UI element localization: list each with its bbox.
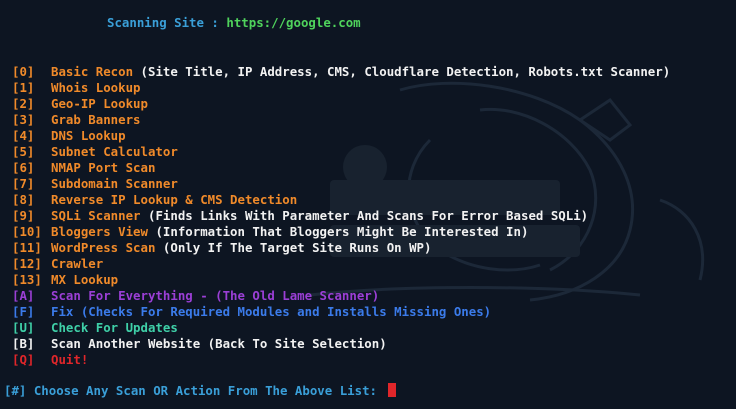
menu-key: [0] — [12, 64, 35, 79]
menu-option-subnet-calculator[interactable]: [5] Subnet Calculator — [12, 144, 178, 160]
menu-key: [10] — [12, 224, 42, 239]
menu-key: [9] — [12, 208, 35, 223]
menu-title: Quit! — [51, 352, 89, 367]
menu-description: (Site Title, IP Address, CMS, Cloudflare… — [133, 64, 671, 79]
scanning-site-label: Scanning Site : — [107, 15, 227, 30]
menu-option-basic-recon[interactable]: [0] Basic Recon (Site Title, IP Address, … — [12, 64, 670, 80]
menu-title: Whois Lookup — [51, 80, 141, 95]
menu-title: Subdomain Scanner — [51, 176, 178, 191]
menu-option-reverse-ip-lookup[interactable]: [8] Reverse IP Lookup & CMS Detection — [12, 192, 297, 208]
menu-title: NMAP Port Scan — [51, 160, 156, 175]
menu-key: [12] — [12, 256, 42, 271]
menu-option-fix[interactable]: [F] Fix (Checks For Required Modules and … — [12, 304, 491, 320]
terminal-cursor[interactable] — [388, 383, 397, 397]
menu-title: Check For Updates — [51, 320, 178, 335]
menu-key: [6] — [12, 160, 35, 175]
menu-option-mx-lookup[interactable]: [13] MX Lookup — [12, 272, 118, 288]
menu-key: [5] — [12, 144, 35, 159]
menu-description: (Only If The Target Site Runs On WP) — [155, 240, 432, 255]
menu-title: SQLi Scanner — [51, 208, 141, 223]
menu-title: Scan Another Website (Back To Site Selec… — [51, 336, 387, 351]
menu-option-wordpress-scan[interactable]: [11] WordPress Scan (Only If The Target S… — [12, 240, 431, 256]
menu-key: [7] — [12, 176, 35, 191]
menu-title: Fix (Checks For Required Modules and Ins… — [51, 304, 492, 319]
scanning-site-url: https://google.com — [226, 15, 361, 30]
menu-key: [13] — [12, 272, 42, 287]
menu-key: [11] — [12, 240, 42, 255]
menu-option-sqli-scanner[interactable]: [9] SQLi Scanner (Finds Links With Parame… — [12, 208, 588, 224]
menu-title: Grab Banners — [51, 112, 141, 127]
menu-title: Basic Recon — [51, 64, 134, 79]
menu-title: Geo-IP Lookup — [51, 96, 148, 111]
menu-option-subdomain-scanner[interactable]: [7] Subdomain Scanner — [12, 176, 178, 192]
menu-key: [3] — [12, 112, 35, 127]
menu-title: Crawler — [51, 256, 104, 271]
menu-option-check-updates[interactable]: [U] Check For Updates — [12, 320, 178, 336]
scanning-site-header: Scanning Site : https://google.com — [107, 15, 361, 31]
menu-title: Reverse IP Lookup & CMS Detection — [51, 192, 298, 207]
menu-description: (Information That Bloggers Might Be Inte… — [147, 224, 529, 239]
menu-option-geo-ip-lookup[interactable]: [2] Geo-IP Lookup — [12, 96, 148, 112]
menu-title: MX Lookup — [51, 272, 119, 287]
menu-option-dns-lookup[interactable]: [4] DNS Lookup — [12, 128, 126, 144]
menu-key: [8] — [12, 192, 35, 207]
menu-key: [2] — [12, 96, 35, 111]
menu-description: (Finds Links With Parameter And Scans Fo… — [140, 208, 589, 223]
terminal-window: Scanning Site : https://google.com [0] Ba… — [0, 0, 736, 409]
menu-key: [F] — [12, 304, 35, 319]
menu-option-quit[interactable]: [Q] Quit! — [12, 352, 88, 368]
menu-key: [B] — [12, 336, 35, 351]
menu-key: [A] — [12, 288, 35, 303]
menu-option-grab-banners[interactable]: [3] Grab Banners — [12, 112, 141, 128]
menu-title: Bloggers View — [51, 224, 148, 239]
menu-key: [U] — [12, 320, 35, 335]
menu-title: WordPress Scan — [51, 240, 156, 255]
menu-title: Scan For Everything - (The Old Lame Scan… — [51, 288, 380, 303]
menu-key: [Q] — [12, 352, 35, 367]
menu-option-whois-lookup[interactable]: [1] Whois Lookup — [12, 80, 141, 96]
menu-key: [4] — [12, 128, 35, 143]
command-prompt[interactable]: [#] Choose Any Scan OR Action From The A… — [4, 383, 397, 399]
menu-option-scan-another-website[interactable]: [B] Scan Another Website (Back To Site Se… — [12, 336, 387, 352]
menu-key: [1] — [12, 80, 35, 95]
menu-option-nmap-port-scan[interactable]: [6] NMAP Port Scan — [12, 160, 155, 176]
menu-option-bloggers-view[interactable]: [10] Bloggers View (Information That Blog… — [12, 224, 528, 240]
menu-title: DNS Lookup — [51, 128, 126, 143]
menu-option-crawler[interactable]: [12] Crawler — [12, 256, 103, 272]
menu-option-scan-everything[interactable]: [A] Scan For Everything - (The Old Lame S… — [12, 288, 379, 304]
menu-title: Subnet Calculator — [51, 144, 178, 159]
prompt-text: [#] Choose Any Scan OR Action From The A… — [4, 383, 385, 398]
